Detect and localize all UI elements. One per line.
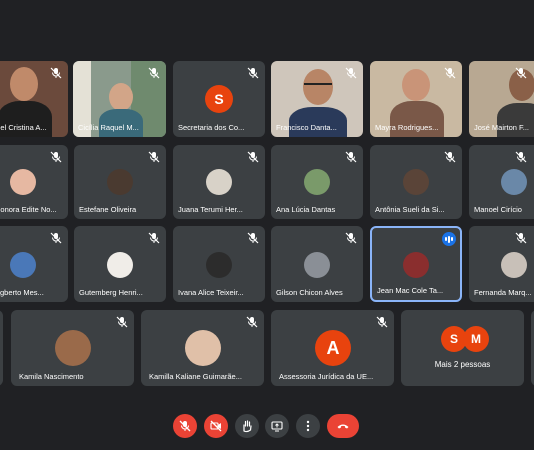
more-options-icon (301, 419, 315, 433)
participant-tile[interactable]: Juana Terumi Her... (173, 145, 265, 219)
present-screen-button[interactable] (265, 414, 289, 438)
participant-tile[interactable]: Ivana Alice Teixeir... (173, 226, 265, 302)
participant-tile[interactable]: Cicília Raquel M... (73, 61, 166, 137)
raise-hand-icon (240, 419, 254, 433)
mic-off-icon (148, 232, 160, 244)
participant-tile[interactable]: Egberto Mes... (0, 226, 68, 302)
mic-off-icon (515, 151, 527, 163)
mic-off-icon (116, 316, 128, 328)
mic-off-icon (148, 67, 160, 79)
participant-avatar (501, 169, 527, 195)
participant-tile[interactable]: S Secretaria dos Co... (173, 61, 265, 137)
mic-off-icon (247, 151, 259, 163)
camera-toggle-button[interactable] (204, 414, 228, 438)
participant-name: Kamila Nascimento (19, 372, 84, 381)
participant-tile[interactable]: Antônia Sueli da Si... (370, 145, 462, 219)
participant-name: Egberto Mes... (0, 288, 44, 297)
mic-off-icon (345, 67, 357, 79)
camera-off-icon (209, 419, 223, 433)
mic-off-icon (247, 67, 259, 79)
participant-name: Secretaria dos Co... (178, 123, 245, 132)
participant-avatar (403, 169, 429, 195)
end-call-button[interactable] (327, 414, 359, 438)
mic-off-icon (148, 151, 160, 163)
mic-off-icon (50, 151, 62, 163)
participant-tile[interactable]: Mayra Rodrigues... (370, 61, 462, 137)
participant-avatar (501, 252, 527, 278)
mic-off-icon (515, 67, 527, 79)
mic-off-icon (444, 67, 456, 79)
participant-tile-partial[interactable] (0, 310, 3, 386)
participant-name: Manoel Cirício (474, 205, 522, 214)
participant-name: Ana Lúcia Dantas (276, 205, 336, 214)
mic-off-icon (50, 232, 62, 244)
participant-name: Hel Cristina A... (0, 123, 47, 132)
participant-glasses (304, 83, 332, 91)
participant-avatar: A (315, 330, 351, 366)
mic-off-icon (247, 232, 259, 244)
more-participants-tile[interactable]: S M Mais 2 pessoas (401, 310, 524, 386)
participant-avatar (10, 169, 36, 195)
participant-tile[interactable]: Estefane Oliveira (74, 145, 166, 219)
participant-name: Antônia Sueli da Si... (375, 205, 445, 214)
participant-name: Juana Terumi Her... (178, 205, 243, 214)
participant-name: Kamilla Kaliane Guimarãe... (149, 372, 242, 381)
mic-off-icon (444, 151, 456, 163)
participant-name: Francisco Danta... (276, 123, 337, 132)
participant-face (10, 67, 38, 101)
participant-name: Ivana Alice Teixeir... (178, 288, 244, 297)
participant-avatar: S (205, 85, 233, 113)
participant-name: Cicília Raquel M... (78, 123, 139, 132)
participant-tile-active-speaker[interactable]: Jean Mac Cole Ta... (370, 226, 462, 302)
participant-tile[interactable]: Manoel Cirício (469, 145, 534, 219)
participant-name: Honora Edite No... (0, 205, 57, 214)
participant-avatar (403, 252, 429, 278)
participant-avatar (10, 252, 36, 278)
participant-name: Estefane Oliveira (79, 205, 137, 214)
mic-off-icon (345, 232, 357, 244)
participant-tile[interactable]: Honora Edite No... (0, 145, 68, 219)
participant-tile[interactable]: Gutemberg Henri... (74, 226, 166, 302)
participant-avatar: M (463, 326, 489, 352)
participant-name: Jean Mac Cole Ta... (377, 286, 444, 295)
mic-off-icon (515, 232, 527, 244)
end-call-icon (336, 419, 350, 433)
speaking-indicator-icon (442, 232, 456, 246)
participant-avatar (206, 169, 232, 195)
mic-toggle-button[interactable] (173, 414, 197, 438)
mic-off-icon (345, 151, 357, 163)
participant-name: Gilson Chicon Alves (276, 288, 343, 297)
participant-tile[interactable]: José Mairton F... (469, 61, 534, 137)
mic-off-icon (50, 67, 62, 79)
participant-avatar (185, 330, 221, 366)
participant-avatar (107, 169, 133, 195)
participant-tile[interactable]: A Assessoria Jurídica da UE... (271, 310, 394, 386)
more-options-button[interactable] (296, 414, 320, 438)
participant-face (402, 69, 430, 101)
participant-name: Gutemberg Henri... (79, 288, 143, 297)
participant-face (109, 83, 133, 111)
participant-tile[interactable]: Ana Lúcia Dantas (271, 145, 363, 219)
participant-avatar (55, 330, 91, 366)
participant-avatar (206, 252, 232, 278)
participant-avatar (304, 169, 330, 195)
participant-name: Fernanda Marq... (474, 288, 532, 297)
participant-tile[interactable]: Kamila Nascimento (11, 310, 134, 386)
participant-name: José Mairton F... (474, 123, 530, 132)
participant-avatar (304, 252, 330, 278)
participant-tile[interactable]: Gilson Chicon Alves (271, 226, 363, 302)
participant-tile[interactable]: Fernanda Marq... (469, 226, 534, 302)
raise-hand-button[interactable] (235, 414, 259, 438)
participant-name: Assessoria Jurídica da UE... (279, 372, 374, 381)
participant-tile[interactable]: Francisco Danta... (271, 61, 363, 137)
participant-name: Mayra Rodrigues... (375, 123, 439, 132)
mic-off-icon (246, 316, 258, 328)
mic-off-icon (178, 419, 192, 433)
more-participants-label: Mais 2 pessoas (434, 360, 491, 369)
mic-off-icon (376, 316, 388, 328)
participant-tile[interactable]: Kamilla Kaliane Guimarãe... (141, 310, 264, 386)
present-screen-icon (270, 419, 284, 433)
participant-tile[interactable]: Hel Cristina A... (0, 61, 68, 137)
participant-avatar (107, 252, 133, 278)
